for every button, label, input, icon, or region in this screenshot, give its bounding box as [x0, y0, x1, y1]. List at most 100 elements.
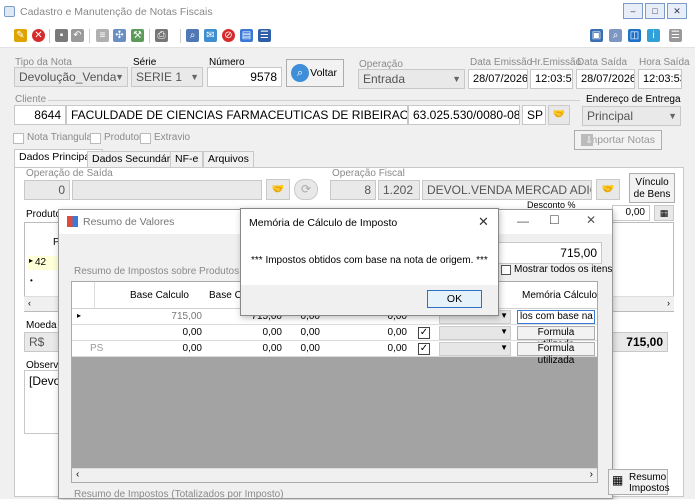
- nota-triangular-label: Nota Triangular: [27, 132, 96, 143]
- hora-saida-input[interactable]: 12:03:53: [638, 69, 682, 89]
- col-memoria-calculo: Memória Cálculo: [522, 290, 598, 301]
- tab-arquivos[interactable]: Arquivos: [203, 151, 254, 168]
- minimize-button[interactable]: —: [517, 214, 529, 228]
- memoria-cell[interactable]: los com base na nc: [517, 310, 595, 324]
- app-icon: [4, 6, 15, 17]
- data-emissao-input[interactable]: 28/07/2026: [468, 69, 528, 89]
- memoria-calculo-dialog: Memória de Cálculo de Imposto ✕ *** Impo…: [240, 208, 499, 316]
- desconto-input[interactable]: 0,00: [612, 205, 650, 221]
- op-fiscal-label: Operação Fiscal: [331, 168, 406, 179]
- title-bar: Cadastro e Manutenção de Notas Fiscais –…: [0, 0, 695, 24]
- chevron-right-icon: ›: [589, 469, 593, 480]
- close-button[interactable]: ✕: [667, 3, 687, 19]
- op-fiscal-cfop-input[interactable]: 1.202: [378, 180, 420, 200]
- voltar-label: Voltar: [310, 67, 337, 79]
- menu-icon[interactable]: ☰: [669, 29, 682, 42]
- chart-icon: [67, 216, 78, 227]
- op-saida-input[interactable]: 0: [24, 180, 70, 200]
- search-icon[interactable]: ⌕: [609, 29, 622, 42]
- hora-saida-label: Hora Saída: [639, 57, 690, 68]
- dialog-body: *** Impostos obtidos com base na nota de…: [241, 237, 498, 285]
- screen-icon[interactable]: ▣: [590, 29, 603, 42]
- chevron-right-icon: ›: [667, 298, 670, 308]
- window-title: Cadastro e Manutenção de Notas Fiscais: [20, 6, 213, 18]
- tipo-nota-value: Devolução_Venda: [19, 70, 117, 84]
- c3-cell: 0,00: [300, 343, 320, 354]
- importar-notas-label: Importar Notas: [585, 134, 655, 146]
- resumo-impostos-button[interactable]: ▦ Resumo Impostos: [608, 469, 670, 495]
- preview-icon[interactable]: ⌕: [186, 29, 199, 42]
- cliente-cnpj-input[interactable]: 63.025.530/0080-08: [408, 105, 520, 125]
- info-icon[interactable]: i: [647, 29, 660, 42]
- tipo-nota-select[interactable]: Devolução_Venda ▼: [14, 67, 128, 87]
- op-fiscal-desc-input[interactable]: DEVOL.VENDA MERCAD ADIQ O: [422, 180, 592, 200]
- row-checkbox[interactable]: ✓: [418, 343, 430, 355]
- cliente-nome-input[interactable]: FACULDADE DE CIENCIAS FARMACEUTICAS DE R…: [66, 105, 408, 125]
- calculator-icon[interactable]: ▦: [654, 205, 674, 221]
- tools-icon[interactable]: ⚒: [131, 29, 144, 42]
- data-saida-input[interactable]: 28/07/2026: [576, 69, 635, 89]
- undo-icon[interactable]: ↶: [71, 29, 84, 42]
- numero-input[interactable]: 9578: [207, 67, 282, 87]
- search-icon: ⌕: [291, 64, 309, 82]
- op-fiscal-num-input[interactable]: 8: [330, 180, 376, 200]
- chevron-down-icon: ▼: [500, 343, 508, 352]
- c4-cell: 0,00: [387, 327, 407, 338]
- table-row[interactable]: PS 0,00 0,00 0,00 0,00 ✓ ▼ Formula utili…: [72, 341, 597, 366]
- list-icon[interactable]: ≡: [96, 29, 109, 42]
- combo-cell[interactable]: ▼: [439, 326, 511, 340]
- document-icon[interactable]: ▤: [240, 29, 253, 42]
- operacao-select[interactable]: Entrada ▼: [358, 69, 465, 89]
- formula-utilizada-button[interactable]: Formula utilizada: [517, 326, 595, 350]
- endereco-entrega-select[interactable]: Principal ▼: [582, 106, 681, 126]
- col-base-calculo: Base Calculo: [130, 290, 189, 301]
- combo-cell[interactable]: ▼: [439, 342, 511, 356]
- toolbar-separator: [89, 29, 90, 43]
- serie-select[interactable]: SERIE 1 ▼: [131, 67, 203, 87]
- ok-button[interactable]: OK: [427, 290, 482, 308]
- mostrar-todos-checkbox[interactable]: [501, 265, 511, 275]
- produtor-checkbox[interactable]: [90, 133, 101, 144]
- close-button[interactable]: ✕: [478, 214, 489, 230]
- window-icon[interactable]: ◫: [628, 29, 641, 42]
- network-icon[interactable]: ✣: [113, 29, 126, 42]
- importar-notas-button[interactable]: ⇩ Importar Notas: [574, 130, 662, 150]
- checklist-icon[interactable]: ☰: [258, 29, 271, 42]
- data-saida-label: Data Saída: [577, 57, 628, 68]
- chevron-down-icon: ▼: [500, 327, 508, 336]
- formula-utilizada-button[interactable]: Formula utilizada: [517, 342, 595, 366]
- minimize-button[interactable]: –: [623, 3, 643, 19]
- nota-triangular-checkbox[interactable]: [13, 133, 24, 144]
- block-icon[interactable]: ⊘: [222, 29, 235, 42]
- voltar-button[interactable]: ⌕ Voltar: [286, 59, 344, 87]
- hr-emissao-label: Hr.Emissão: [530, 57, 582, 68]
- handshake-icon[interactable]: 🤝: [548, 105, 570, 125]
- grid-divider: [94, 282, 95, 309]
- dialog-title: Memória de Cálculo de Imposto: [249, 217, 398, 229]
- table-row[interactable]: 0,00 0,00 0,00 0,00 ✓ ▼ Formula utilizad…: [72, 325, 597, 350]
- row-indicator-icon: ▸: [77, 311, 82, 320]
- op-saida-desc[interactable]: [72, 180, 262, 200]
- cancel-icon[interactable]: ✕: [32, 29, 45, 42]
- tab-nfe[interactable]: NF-e: [170, 151, 204, 168]
- cliente-codigo-input[interactable]: 8644: [14, 105, 66, 125]
- edit-icon[interactable]: ✎: [14, 29, 27, 42]
- resumo-impostos-label: Resumo Impostos: [629, 472, 670, 494]
- valor-715-field: 715,00: [494, 242, 602, 264]
- save-icon[interactable]: ▪: [55, 29, 68, 42]
- grid-scrollbar[interactable]: ‹ ›: [72, 468, 597, 482]
- handshake-icon[interactable]: 🤝: [596, 179, 620, 200]
- hr-emissao-input[interactable]: 12:03:53: [530, 69, 573, 89]
- print-icon[interactable]: ⎙: [155, 29, 168, 42]
- cliente-uf-input[interactable]: SP: [522, 105, 546, 125]
- produtor-label: Produtor: [104, 132, 143, 143]
- extravio-checkbox[interactable]: [140, 133, 151, 144]
- close-button[interactable]: ✕: [586, 213, 596, 227]
- vinculo-bens-button[interactable]: Vínculo de Bens: [629, 173, 675, 203]
- refresh-icon[interactable]: ⟳: [294, 179, 318, 200]
- row-checkbox[interactable]: ✓: [418, 327, 430, 339]
- maximize-button[interactable]: □: [645, 3, 665, 19]
- email-icon[interactable]: ✉: [204, 29, 217, 42]
- maximize-button[interactable]: ☐: [549, 213, 560, 227]
- handshake-icon[interactable]: 🤝: [266, 179, 290, 200]
